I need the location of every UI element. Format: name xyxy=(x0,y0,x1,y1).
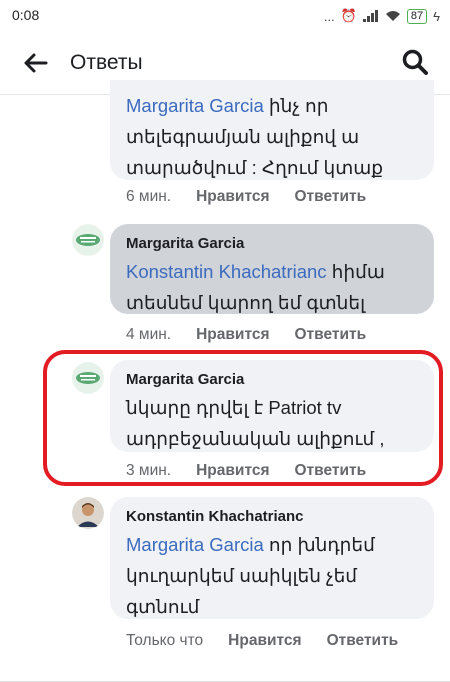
comment-bubble: Konstantin Khachatrianc Margarita Garcia… xyxy=(110,497,434,619)
like-button[interactable]: Нравится xyxy=(196,188,269,206)
comment-meta: 4 мин. Нравится Ответить xyxy=(126,326,391,344)
mention-link[interactable]: Margarita Garcia xyxy=(126,534,264,555)
avatar[interactable] xyxy=(72,497,104,529)
page-title: Ответы xyxy=(70,51,143,74)
comment-time: 6 мин. xyxy=(126,188,172,205)
highlight-frame xyxy=(43,350,443,486)
back-arrow-icon[interactable] xyxy=(20,48,50,78)
reply-button[interactable]: Ответить xyxy=(295,188,367,206)
wifi-icon xyxy=(385,11,400,21)
like-button[interactable]: Нравится xyxy=(196,326,269,344)
comment-meta: Только что Нравится Ответить xyxy=(126,628,426,653)
avatar[interactable] xyxy=(72,224,104,256)
more-dots-icon: ... xyxy=(323,8,335,24)
alarm-icon: ⏰ xyxy=(340,8,357,23)
comment-bubble: Margarita Garcia Konstantin Khachatrianc… xyxy=(110,224,434,314)
comment-text: Konstantin Khachatrianc հիմա տեսնեմ կարո… xyxy=(126,261,385,313)
reply-button[interactable]: Ответить xyxy=(295,326,367,344)
comment-text: Margarita Garcia ինչ որ տելեգրամյան ալիք… xyxy=(126,95,384,178)
mention-link[interactable]: Konstantin Khachatrianc xyxy=(126,261,327,282)
comment-time: 4 мин. xyxy=(126,326,172,343)
comment-author[interactable]: Konstantin Khachatrianc xyxy=(126,507,418,527)
comment-text: Margarita Garcia որ խնդրեմ կուղարկեմ սաի… xyxy=(126,534,375,617)
comment-bubble: Margarita Garcia ինչ որ տելեգրամյան ալիք… xyxy=(110,80,434,180)
reply-button[interactable]: Ответить xyxy=(327,628,399,653)
search-icon[interactable] xyxy=(400,47,430,77)
status-bar: 0:08 ... ⏰ 87 ϟ xyxy=(0,0,450,32)
status-time: 0:08 xyxy=(12,7,40,23)
comment-author[interactable]: Margarita Garcia xyxy=(126,234,418,254)
comment-time: Только что xyxy=(126,632,204,649)
battery-icon: 87 xyxy=(406,8,428,24)
signal-icon xyxy=(362,10,378,22)
charging-icon: ϟ xyxy=(433,8,440,24)
status-icons: ... ⏰ 87 ϟ xyxy=(324,8,440,24)
comment-meta: 6 мин. Нравится Ответить xyxy=(126,188,391,206)
like-button[interactable]: Нравится xyxy=(228,628,301,653)
mention-link[interactable]: Margarita Garcia xyxy=(126,95,264,116)
